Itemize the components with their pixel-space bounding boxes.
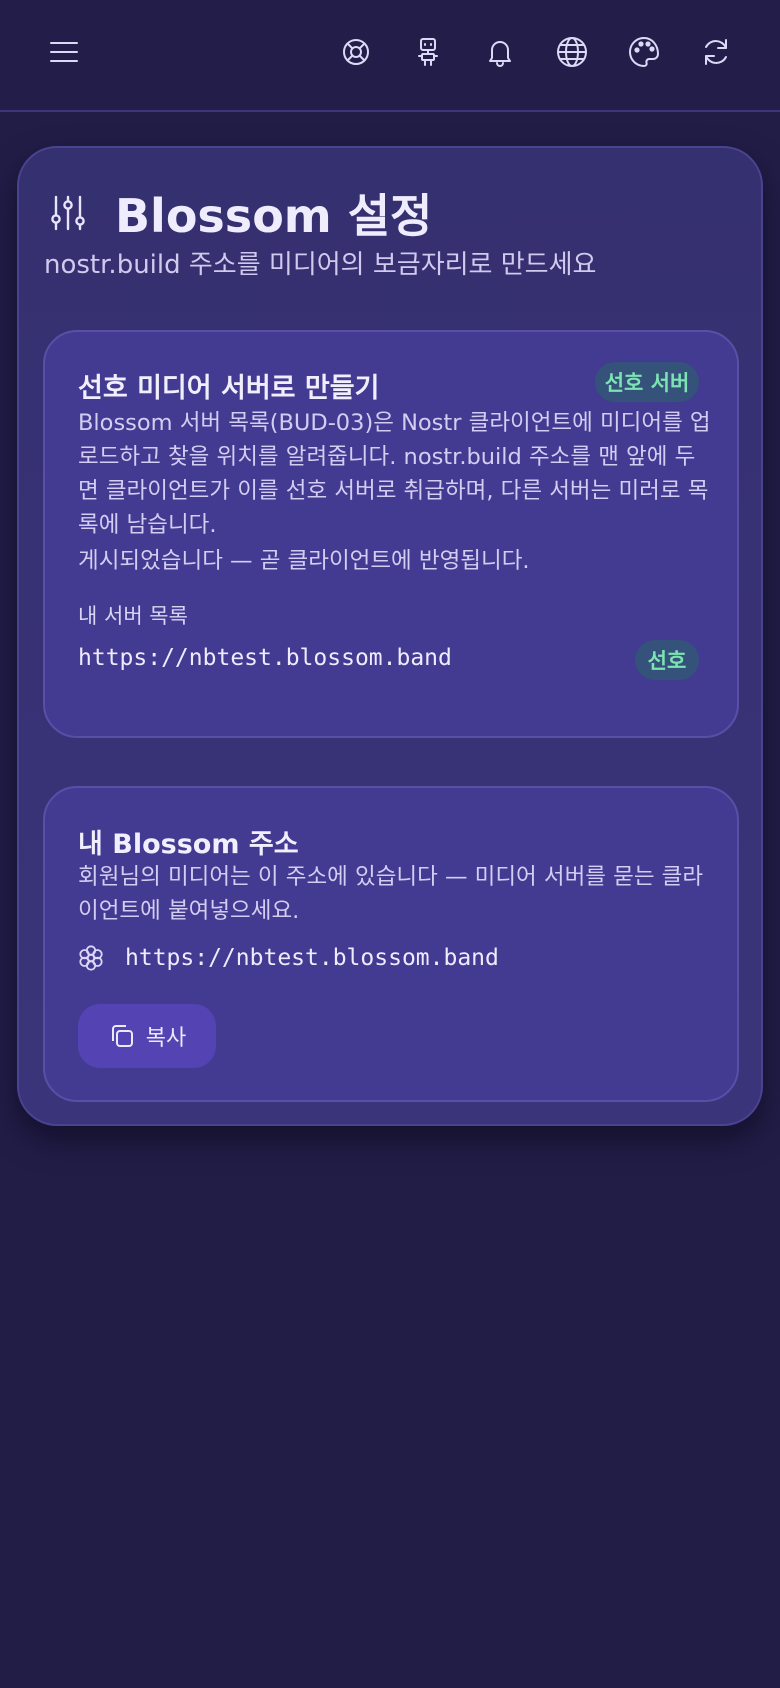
robot-icon	[418, 38, 438, 66]
blossom-settings-panel: Blossom 설정 nostr.build 주소를 미디어의 보금자리로 만드…	[17, 146, 763, 1126]
blossom-address-card: 내 Blossom 주소 회원님의 미디어는 이 주소에 있습니다 — 미디어 …	[43, 786, 739, 1102]
theme-button[interactable]	[616, 24, 672, 80]
help-button[interactable]	[328, 24, 384, 80]
bell-icon	[489, 41, 511, 67]
ai-assistant-button[interactable]	[400, 24, 456, 80]
sliders-icon	[51, 195, 85, 231]
notifications-button[interactable]	[472, 24, 528, 80]
server-list-label: 내 서버 목록	[78, 604, 188, 628]
page-subtitle: nostr.build 주소를 미디어의 보금자리로 만드세요	[44, 250, 597, 280]
flower-icon	[79, 945, 103, 971]
globe-icon	[557, 37, 587, 67]
preferred-server-title: 선호 미디어 서버로 만들기	[78, 373, 380, 404]
refresh-button[interactable]	[688, 24, 744, 80]
palette-icon	[629, 37, 659, 67]
copy-icon	[111, 1025, 133, 1047]
page-header: Blossom 설정	[47, 178, 432, 248]
hamburger-menu-icon	[50, 42, 78, 62]
address-card-title: 내 Blossom 주소	[78, 829, 299, 860]
blossom-address: https://nbtest.blossom.band	[125, 945, 499, 971]
lifebuoy-icon	[343, 39, 369, 65]
language-button[interactable]	[544, 24, 600, 80]
server-preferred-badge: 선호	[635, 640, 699, 680]
server-url: https://nbtest.blossom.band	[78, 645, 452, 671]
address-card-description: 회원님의 미디어는 이 주소에 있습니다 — 미디어 서버를 묻는 클라이언트에…	[78, 864, 704, 924]
preferred-server-badge: 선호 서버	[595, 362, 699, 402]
menu-button[interactable]	[36, 24, 92, 80]
publish-status: 게시되었습니다 — 곧 클라이언트에 반영됩니다.	[78, 548, 530, 574]
preferred-server-card: 선호 미디어 서버로 만들기 선호 서버 Blossom 서버 목록(BUD-0…	[43, 330, 739, 738]
copy-button-label: 복사	[145, 1026, 187, 1051]
page-title: Blossom 설정	[115, 189, 433, 243]
refresh-icon	[705, 39, 727, 65]
preferred-server-description: Blossom 서버 목록(BUD-03)은 Nostr 클라이언트에 미디어를…	[78, 410, 711, 538]
top-app-bar	[0, 0, 780, 112]
copy-button[interactable]: 복사	[78, 1004, 216, 1068]
